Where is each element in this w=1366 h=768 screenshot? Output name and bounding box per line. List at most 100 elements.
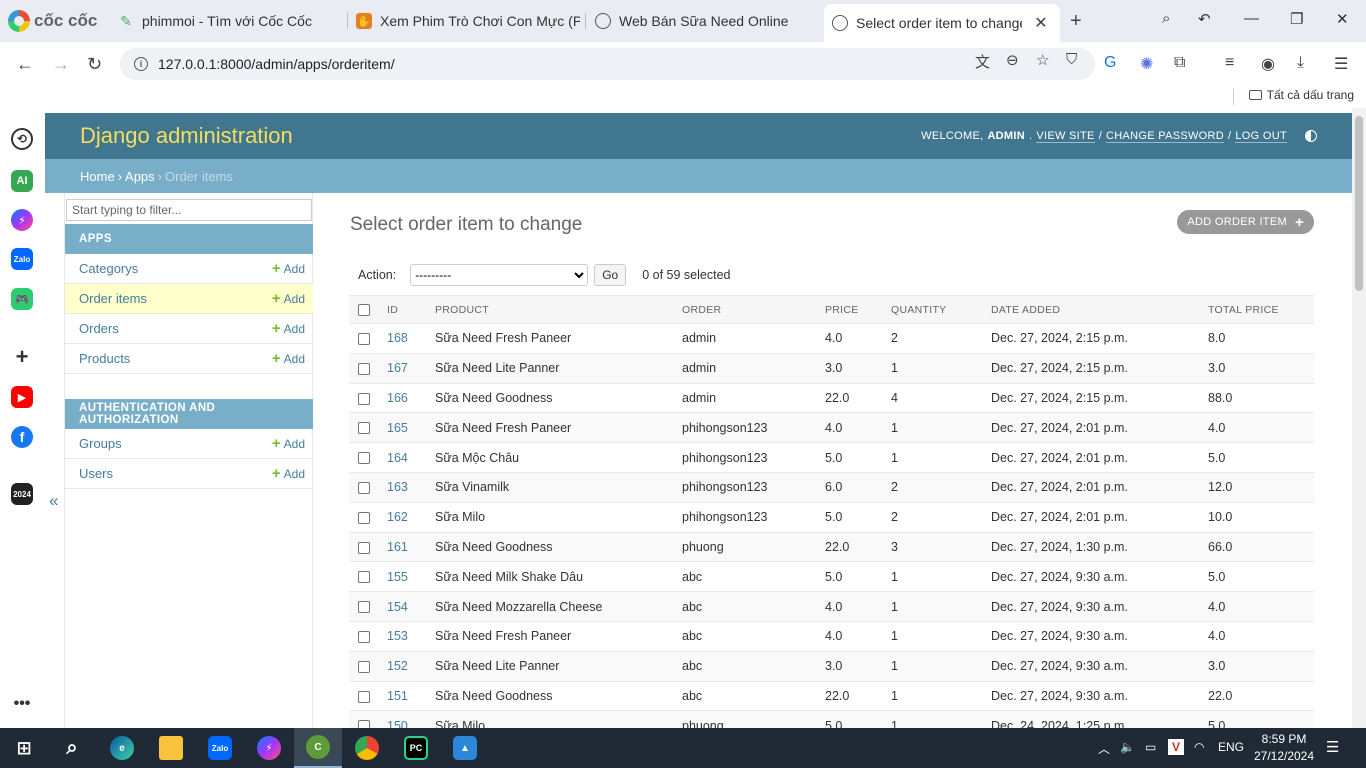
close-tab-icon[interactable]: ✕: [1032, 13, 1050, 33]
row-id-link[interactable]: 152: [387, 659, 408, 673]
media-queue-icon[interactable]: ≡: [1225, 54, 1234, 72]
tab-phimmoi[interactable]: ✎ phimmoi - Tìm với Cốc Cốc: [110, 6, 340, 36]
column-product[interactable]: PRODUCT: [435, 295, 682, 324]
add-order-items-link[interactable]: + Add: [272, 290, 305, 307]
go-button[interactable]: Go: [594, 264, 627, 286]
row-id-link[interactable]: 168: [387, 331, 408, 345]
row-checkbox[interactable]: [358, 333, 370, 346]
browser-logo[interactable]: cốc cốc: [8, 8, 97, 34]
row-id-link[interactable]: 166: [387, 391, 408, 405]
add-orders-link[interactable]: + Add: [272, 320, 305, 337]
row-checkbox[interactable]: [358, 392, 370, 405]
sidebar-item-order-items[interactable]: Order items + Add: [65, 284, 313, 314]
clock[interactable]: 8:59 PM 27/12/2024: [1244, 731, 1324, 765]
tab-django-admin[interactable]: Select order item to change | Django sit…: [824, 4, 1060, 42]
battery-icon[interactable]: ▭: [1145, 740, 1156, 754]
row-id-link[interactable]: 151: [387, 689, 408, 703]
column-id[interactable]: ID: [387, 295, 435, 324]
row-checkbox[interactable]: [358, 511, 370, 524]
row-id-link[interactable]: 161: [387, 540, 408, 554]
sidebar-item-products[interactable]: Products + Add: [65, 344, 313, 374]
row-checkbox[interactable]: [358, 422, 370, 435]
search-icon[interactable]: ⌕: [48, 728, 96, 768]
module-caption-auth[interactable]: AUTHENTICATION AND AUTHORIZATION: [65, 399, 313, 429]
extensions-puzzle-icon[interactable]: ⧉: [1174, 54, 1185, 72]
all-bookmarks-button[interactable]: Tất cả dấu trang: [1248, 88, 1354, 102]
bookmark-star-icon[interactable]: ☆: [1036, 51, 1049, 69]
menu-icon[interactable]: ☰: [1334, 54, 1348, 74]
translate-icon[interactable]: 文: [975, 51, 990, 72]
column-order[interactable]: ORDER: [682, 295, 825, 324]
zoom-out-icon[interactable]: ⊖: [1006, 51, 1019, 69]
more-icon[interactable]: •••: [11, 693, 33, 715]
row-id-link[interactable]: 167: [387, 361, 408, 375]
scrollbar-thumb[interactable]: [1355, 116, 1363, 291]
column-total-price[interactable]: TOTAL PRICE: [1208, 295, 1314, 324]
volume-icon[interactable]: 🔈: [1120, 740, 1135, 754]
log-out-link[interactable]: LOG OUT: [1235, 130, 1287, 143]
tab-xem-phim[interactable]: ✋ Xem Phim Trò Chơi Con Mực (Phầ: [348, 6, 580, 36]
forward-arrow-icon[interactable]: →: [52, 54, 70, 75]
vietkey-icon[interactable]: V: [1168, 739, 1184, 755]
history-icon[interactable]: ⟲: [11, 128, 33, 150]
action-select[interactable]: ---------: [410, 264, 589, 286]
address-bar[interactable]: i 127.0.0.1:8000/admin/apps/orderitem/: [120, 48, 1095, 80]
add-sidebar-icon[interactable]: +: [11, 344, 33, 369]
view-site-link[interactable]: VIEW SITE: [1036, 130, 1095, 143]
notifications-icon[interactable]: ☰: [1326, 738, 1339, 756]
row-id-link[interactable]: 163: [387, 480, 408, 494]
row-checkbox[interactable]: [358, 362, 370, 375]
row-id-link[interactable]: 165: [387, 421, 408, 435]
select-all-checkbox[interactable]: [358, 303, 370, 316]
reload-icon[interactable]: ↻: [87, 54, 102, 75]
extension-gear-icon[interactable]: ✺: [1140, 54, 1153, 74]
add-products-link[interactable]: + Add: [272, 350, 305, 367]
theme-toggle-icon[interactable]: [1305, 130, 1317, 142]
add-categorys-link[interactable]: + Add: [272, 260, 305, 277]
column-date-added[interactable]: DATE ADDED: [991, 295, 1208, 324]
facebook-icon[interactable]: f: [11, 426, 33, 448]
add-groups-link[interactable]: + Add: [272, 435, 305, 452]
back-history-icon[interactable]: ↶: [1198, 10, 1211, 28]
tray-chevron-icon[interactable]: ︿: [1098, 740, 1110, 757]
row-checkbox[interactable]: [358, 631, 370, 644]
game-controller-icon[interactable]: 🎮: [11, 288, 33, 310]
sidebar-item-groups[interactable]: Groups + Add: [65, 429, 313, 459]
back-arrow-icon[interactable]: ←: [16, 54, 34, 75]
maximize-icon[interactable]: ❐: [1290, 10, 1303, 28]
close-window-icon[interactable]: ✕: [1336, 10, 1349, 28]
youtube-icon[interactable]: ▶: [11, 386, 33, 408]
breadcrumb-home[interactable]: Home: [80, 169, 115, 184]
row-id-link[interactable]: 164: [387, 451, 408, 465]
google-translate-icon[interactable]: G: [1104, 54, 1116, 72]
ai-icon[interactable]: AI: [11, 170, 33, 192]
sidebar-collapse-toggle[interactable]: «: [49, 491, 58, 511]
row-checkbox[interactable]: [358, 601, 370, 614]
add-users-link[interactable]: + Add: [272, 465, 305, 482]
photos-taskbar-icon[interactable]: ▲: [441, 728, 489, 768]
column-quantity[interactable]: QUANTITY: [891, 295, 991, 324]
column-price[interactable]: PRICE: [825, 295, 891, 324]
site-info-icon[interactable]: i: [134, 57, 148, 71]
sidebar-item-users[interactable]: Users + Add: [65, 459, 313, 489]
row-checkbox[interactable]: [358, 452, 370, 465]
edge-icon[interactable]: e: [98, 728, 146, 768]
site-branding[interactable]: Django administration: [80, 123, 293, 149]
row-id-link[interactable]: 162: [387, 510, 408, 524]
row-checkbox[interactable]: [358, 720, 370, 728]
windows-start-icon[interactable]: ⊞: [0, 728, 48, 768]
page-scrollbar[interactable]: [1352, 108, 1366, 728]
row-id-link[interactable]: 150: [387, 719, 408, 728]
zalo-icon[interactable]: Zalo: [11, 248, 33, 270]
row-checkbox[interactable]: [358, 571, 370, 584]
shield-icon[interactable]: ⛉: [1066, 51, 1077, 68]
change-password-link[interactable]: CHANGE PASSWORD: [1106, 130, 1225, 143]
coccoc-2024-icon[interactable]: 2024: [11, 483, 33, 505]
language-indicator[interactable]: ENG: [1218, 740, 1244, 754]
file-explorer-icon[interactable]: [147, 728, 195, 768]
nav-filter-input[interactable]: Start typing to filter...: [66, 199, 312, 221]
tab-web-ban-sua[interactable]: Web Bán Sữa Need Online: [587, 6, 817, 36]
sidebar-item-orders[interactable]: Orders + Add: [65, 314, 313, 344]
coccoc-taskbar-icon[interactable]: C: [294, 728, 342, 768]
row-checkbox[interactable]: [358, 690, 370, 703]
